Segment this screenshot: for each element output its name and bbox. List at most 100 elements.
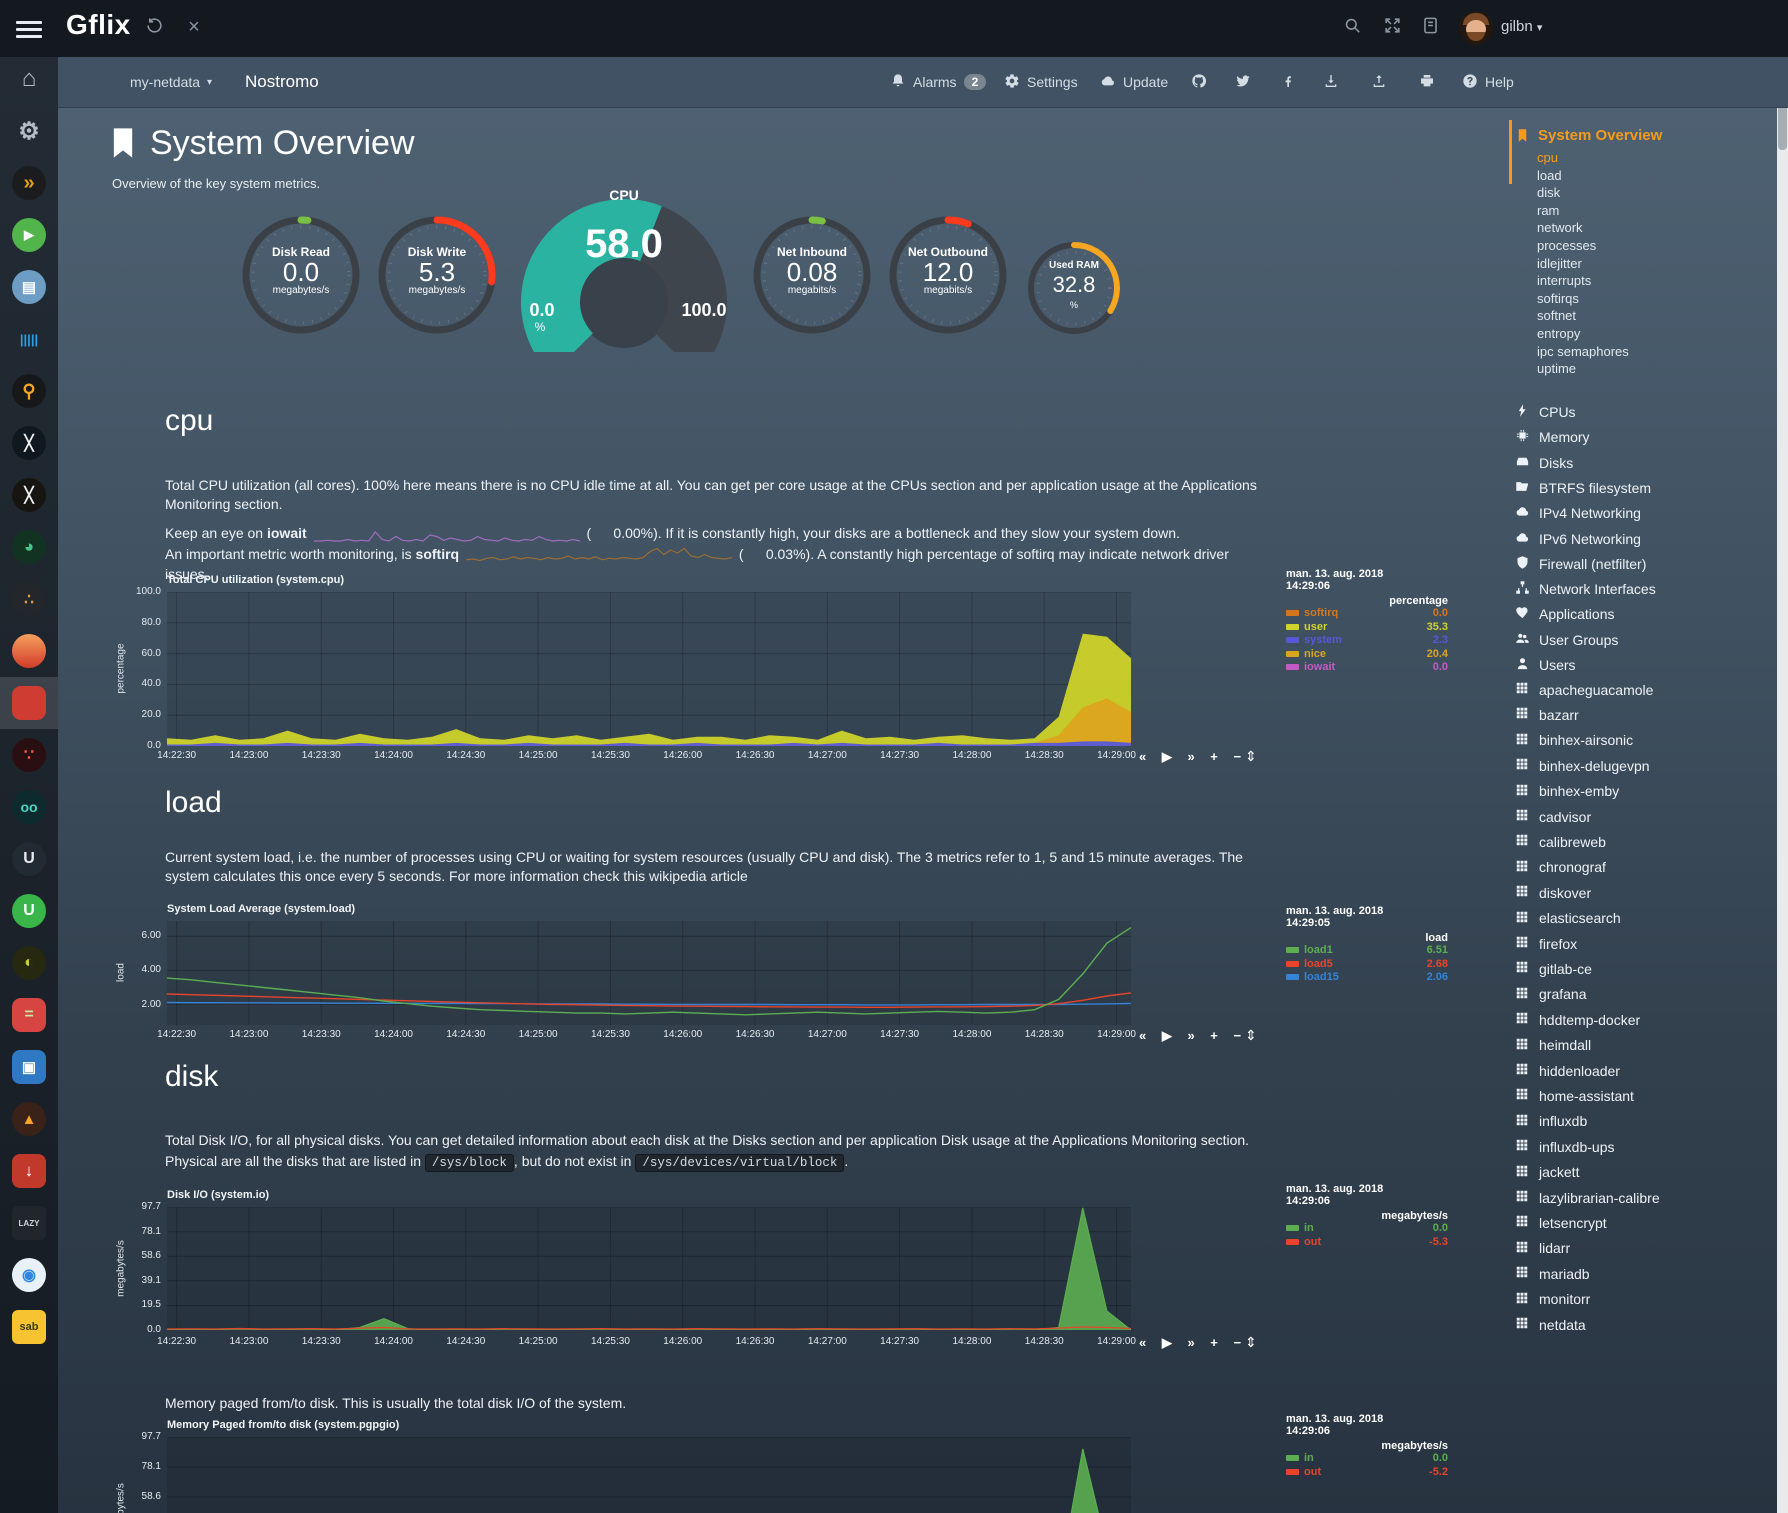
menu-app-lidarr[interactable]: lidarr: [1515, 1240, 1570, 1257]
avatar[interactable]: [1459, 11, 1493, 45]
menu-app-grafana[interactable]: grafana: [1515, 986, 1586, 1003]
legend-row-load15[interactable]: load152.06: [1286, 971, 1448, 985]
app-cross-yellow-icon[interactable]: ╳: [0, 469, 58, 521]
menu-section-ipv4-networking[interactable]: IPv4 Networking: [1515, 504, 1641, 522]
menu-app-letsencrypt[interactable]: letsencrypt: [1515, 1214, 1607, 1231]
gauge-cpu[interactable]: CPU58.00.0100.0%: [512, 192, 736, 352]
legend-row-load5[interactable]: load52.68: [1286, 958, 1448, 972]
github-icon[interactable]: [1191, 57, 1207, 107]
menu-app-home-assistant[interactable]: home-assistant: [1515, 1087, 1634, 1104]
app-drop-icon[interactable]: ◉: [0, 1249, 58, 1301]
chart-resize-handle-diskio[interactable]: ⇕: [1245, 1334, 1257, 1351]
gauge-net-outbound[interactable]: Net Outbound12.0megabits/s: [886, 213, 1010, 337]
menu-item-network[interactable]: network: [1537, 220, 1583, 235]
download-icon[interactable]: [1323, 57, 1339, 107]
menu-app-binhex-emby[interactable]: binhex-emby: [1515, 783, 1619, 800]
chart-toolbar-cpu[interactable]: « ▶ » + −: [1139, 749, 1247, 765]
refresh-icon[interactable]: [142, 16, 166, 40]
close-icon[interactable]: ×: [182, 16, 206, 40]
settings-button[interactable]: Settings: [1004, 57, 1078, 107]
menu-app-netdata[interactable]: netdata: [1515, 1316, 1586, 1333]
menu-section-btrfs-filesystem[interactable]: BTRFS filesystem: [1515, 479, 1651, 497]
changelog-book-icon[interactable]: [1418, 16, 1442, 40]
menu-item-interrupts[interactable]: interrupts: [1537, 273, 1591, 288]
menu-item-ram[interactable]: ram: [1537, 203, 1559, 218]
legend-row-in[interactable]: in0.0: [1286, 1452, 1448, 1466]
update-button[interactable]: Update: [1100, 57, 1168, 107]
menu-app-calibreweb[interactable]: calibreweb: [1515, 833, 1606, 850]
menu-section-network-interfaces[interactable]: Network Interfaces: [1515, 580, 1656, 598]
menu-app-bazarr[interactable]: bazarr: [1515, 706, 1579, 723]
app-oo-icon[interactable]: oo: [0, 781, 58, 833]
menu-section-ipv6-networking[interactable]: IPv6 Networking: [1515, 530, 1641, 548]
menu-section-user-groups[interactable]: User Groups: [1515, 631, 1618, 649]
menu-item-disk[interactable]: disk: [1537, 185, 1560, 200]
menu-section-users[interactable]: Users: [1515, 656, 1576, 674]
legend-row-out[interactable]: out-5.3: [1286, 1236, 1448, 1250]
legend-row-user[interactable]: user35.3: [1286, 621, 1448, 635]
menu-app-influxdb-ups[interactable]: influxdb-ups: [1515, 1138, 1615, 1155]
menu-app-mariadb[interactable]: mariadb: [1515, 1265, 1590, 1282]
app-ombre-icon[interactable]: [0, 625, 58, 677]
app-swirl-green-icon[interactable]: ◕: [0, 521, 58, 573]
gauge-used-ram[interactable]: Used RAM32.8%: [1024, 238, 1124, 338]
menu-system-overview[interactable]: System Overview: [1515, 127, 1662, 144]
chart-plot-diskio[interactable]: [167, 1207, 1131, 1330]
help-button[interactable]: Help: [1462, 57, 1514, 107]
app-fox-icon[interactable]: ▲: [0, 1093, 58, 1145]
menu-app-gitlab-ce[interactable]: gitlab-ce: [1515, 960, 1592, 977]
menu-app-cadvisor[interactable]: cadvisor: [1515, 808, 1591, 825]
legend-row-out[interactable]: out-5.2: [1286, 1466, 1448, 1480]
app-soundwave-icon[interactable]: |||||: [0, 313, 58, 365]
chart-plot-cpu[interactable]: [167, 592, 1131, 746]
app-lazy-icon[interactable]: LAZY: [0, 1197, 58, 1249]
hamburger-menu-icon[interactable]: [16, 17, 42, 39]
gear-icon[interactable]: ⚙: [0, 105, 58, 157]
app-arrow-down-icon[interactable]: ↓: [0, 1145, 58, 1197]
chart-toolbar-load[interactable]: « ▶ » + −: [1139, 1028, 1247, 1044]
app-molecule-icon[interactable]: ∴: [0, 573, 58, 625]
menu-app-chronograf[interactable]: chronograf: [1515, 859, 1606, 876]
app-cross-blue-icon[interactable]: ╳: [0, 417, 58, 469]
menu-app-elasticsearch[interactable]: elasticsearch: [1515, 910, 1621, 927]
app-magnifier-icon[interactable]: ⚲: [0, 365, 58, 417]
alarms-button[interactable]: Alarms 2: [890, 57, 986, 107]
menu-section-applications[interactable]: Applications: [1515, 605, 1615, 623]
legend-row-nice[interactable]: nice20.4: [1286, 648, 1448, 662]
menu-item-cpu[interactable]: cpu: [1537, 150, 1558, 165]
twitter-icon[interactable]: [1235, 57, 1251, 107]
legend-row-softirq[interactable]: softirq0.0: [1286, 607, 1448, 621]
chart-resize-handle-cpu[interactable]: ⇕: [1245, 748, 1257, 765]
menu-section-memory[interactable]: Memory: [1515, 428, 1590, 446]
chart-plot-load[interactable]: [167, 921, 1131, 1025]
menu-app-heimdall[interactable]: heimdall: [1515, 1037, 1591, 1054]
menu-app-lazylibrarian-calibre[interactable]: lazylibrarian-calibre: [1515, 1189, 1660, 1206]
menu-app-diskover[interactable]: diskover: [1515, 884, 1591, 901]
app-olive-icon[interactable]: ◐: [0, 937, 58, 989]
hostname[interactable]: Nostromo: [245, 57, 319, 107]
app-play-green-icon[interactable]: ▶: [0, 209, 58, 261]
app-sab-icon[interactable]: sab: [0, 1301, 58, 1353]
home-icon[interactable]: ⌂: [0, 53, 58, 105]
menu-item-softirqs[interactable]: softirqs: [1537, 291, 1579, 306]
upload-icon[interactable]: [1371, 57, 1387, 107]
chart-toolbar-diskio[interactable]: « ▶ » + −: [1139, 1335, 1247, 1351]
app-u-green-icon[interactable]: U: [0, 885, 58, 937]
facebook-icon[interactable]: [1280, 57, 1296, 107]
menu-app-hddtemp-docker[interactable]: hddtemp-docker: [1515, 1011, 1640, 1028]
menu-section-cpus[interactable]: CPUs: [1515, 403, 1576, 421]
menu-section-disks[interactable]: Disks: [1515, 454, 1573, 472]
print-icon[interactable]: [1419, 57, 1435, 107]
machine-dropdown[interactable]: my-netdata▾: [130, 57, 212, 107]
menu-app-monitorr[interactable]: monitorr: [1515, 1291, 1590, 1308]
legend-row-iowait[interactable]: iowait0.0: [1286, 661, 1448, 675]
menu-app-hiddenloader[interactable]: hiddenloader: [1515, 1062, 1620, 1079]
app-berries-icon[interactable]: ∵: [0, 729, 58, 781]
menu-item-uptime[interactable]: uptime: [1537, 361, 1576, 376]
menu-item-idlejitter[interactable]: idlejitter: [1537, 256, 1582, 271]
app-shield-red-icon[interactable]: [0, 677, 58, 729]
legend-row-in[interactable]: in0.0: [1286, 1222, 1448, 1236]
legend-row-load1[interactable]: load16.51: [1286, 944, 1448, 958]
menu-section-firewall-netfilter-[interactable]: Firewall (netfilter): [1515, 555, 1646, 573]
menu-item-processes[interactable]: processes: [1537, 238, 1596, 253]
